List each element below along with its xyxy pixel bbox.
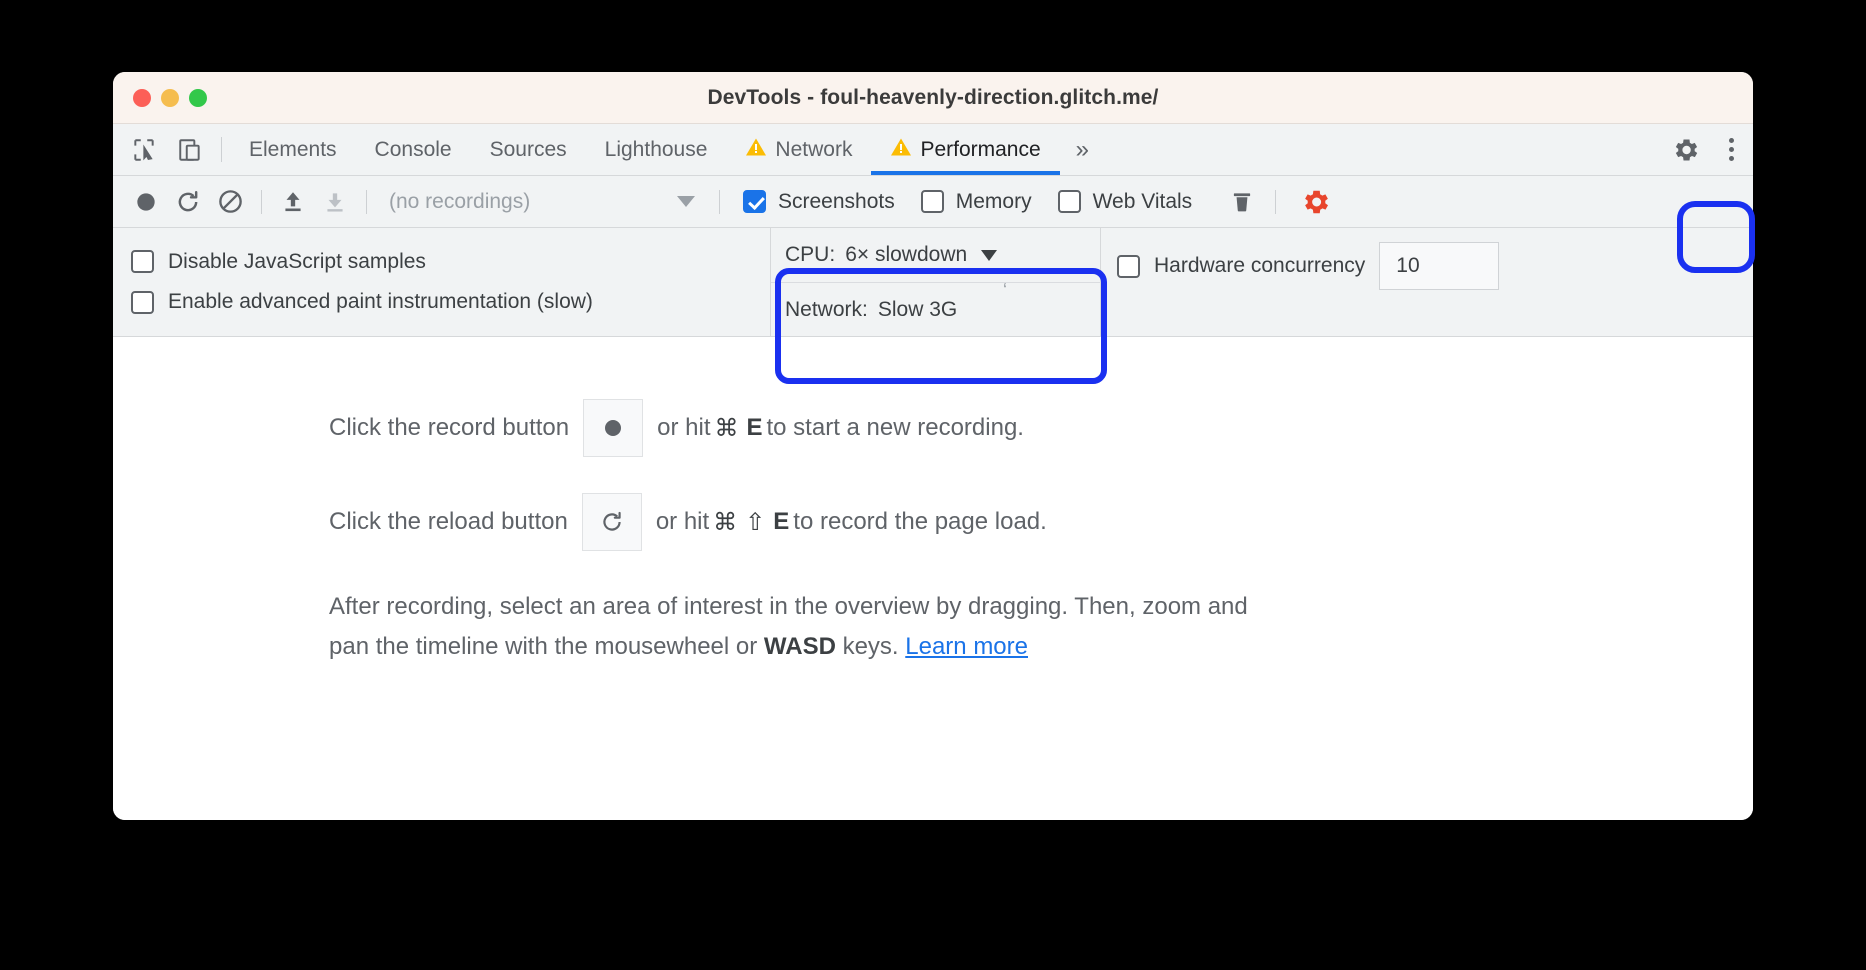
disable-js-samples-checkbox[interactable]: Disable JavaScript samples [131, 249, 770, 275]
reload-hint-pre: Click the reload button [329, 508, 568, 535]
upload-profile-icon[interactable] [272, 182, 314, 222]
zoom-button[interactable] [189, 88, 207, 107]
memory-checkbox[interactable]: Memory [908, 190, 1045, 214]
checkbox-label: Screenshots [778, 189, 895, 213]
screenshots-checkbox[interactable]: Screenshots [730, 190, 908, 214]
overview-instructions: After recording, select an area of inter… [113, 587, 1263, 668]
close-button[interactable] [133, 88, 151, 107]
reload-icon[interactable] [581, 493, 642, 551]
reload-hint: Click the reload button or hit ⌘ ⇧ E to … [113, 493, 1753, 551]
inspect-cursor-icon[interactable] [121, 124, 167, 175]
cmd-key: ⌘ [713, 508, 738, 536]
tab-label: Lighthouse [604, 137, 708, 161]
shift-key: ⇧ [745, 508, 766, 536]
chevron-down-icon[interactable] [981, 249, 998, 261]
capture-settings-button[interactable] [1292, 179, 1341, 224]
cpu-throttling-selector[interactable]: CPU: 6× slowdown [771, 228, 1100, 282]
checkbox-label: Disable JavaScript samples [168, 249, 426, 273]
tab-lighthouse[interactable]: Lighthouse [586, 124, 727, 175]
tabbar-divider [221, 137, 222, 162]
hardware-concurrency-column: Hardware concurrency 10 [1101, 228, 1753, 336]
window-title: DevTools - foul-heavenly-direction.glitc… [707, 85, 1159, 109]
network-throttling-selector[interactable]: Network: Slow 3G [771, 282, 1100, 336]
e-key: E [746, 414, 763, 441]
checkbox-label: Web Vitals [1092, 189, 1193, 213]
reload-hint-post: to record the page load. [793, 508, 1047, 535]
checkbox-box[interactable] [1057, 190, 1081, 213]
toolbar-divider-3 [719, 189, 720, 214]
web-vitals-checkbox[interactable]: Web Vitals [1045, 190, 1206, 214]
record-hint-mid: or hit [657, 414, 711, 441]
window-titlebar: DevTools - foul-heavenly-direction.glitc… [113, 72, 1753, 124]
checkbox-box[interactable] [920, 190, 944, 213]
instructions-part2: keys. [835, 633, 906, 661]
network-throttling-label: Network: [785, 297, 868, 321]
recordings-selector-label[interactable]: (no recordings) [377, 190, 677, 214]
tab-network[interactable]: Network [726, 124, 871, 175]
stray-mark: ‘ [1003, 280, 1007, 300]
checkbox-box[interactable] [743, 190, 766, 213]
screenshot-root: DevTools - foul-heavenly-direction.glitc… [0, 0, 1866, 970]
reload-hint-mid: or hit [655, 508, 710, 535]
toolbar-divider-4 [1275, 189, 1277, 214]
wasd-keys: WASD [763, 633, 836, 661]
warning-triangle-icon [745, 137, 767, 163]
performance-landing-page: Click the record button or hit ⌘ E to st… [113, 337, 1753, 820]
tab-label: Performance [920, 137, 1041, 161]
record-circle-icon[interactable] [583, 399, 644, 457]
network-throttling-value: Slow 3G [877, 297, 958, 321]
warning-triangle-icon [890, 137, 912, 163]
device-toolbar-icon[interactable] [167, 124, 213, 175]
checkbox-label: Enable advanced paint instrumentation (s… [168, 290, 593, 313]
record-circle-icon[interactable] [125, 182, 167, 222]
performance-toolbar: (no recordings) Screenshots Memory Web V… [113, 176, 1753, 228]
reload-icon[interactable] [167, 182, 209, 222]
trash-icon[interactable] [1219, 182, 1265, 222]
checkbox-box[interactable] [131, 250, 154, 274]
tab-label: Network [775, 137, 853, 161]
checkbox-label: Memory [955, 189, 1032, 213]
checkbox-label: Hardware concurrency [1154, 254, 1366, 277]
window-controls[interactable] [133, 88, 207, 107]
toolbar-divider [261, 189, 262, 214]
tab-sources[interactable]: Sources [471, 124, 586, 175]
tab-elements[interactable]: Elements [230, 124, 356, 175]
toolbar-divider-2 [366, 189, 367, 214]
caret-down-icon[interactable] [677, 196, 695, 207]
capture-settings-pane: Disable JavaScript samples Enable advanc… [113, 228, 1753, 337]
cpu-throttling-label: CPU: [785, 243, 836, 266]
record-hint: Click the record button or hit ⌘ E to st… [113, 399, 1753, 457]
cmd-key: ⌘ [714, 414, 739, 442]
kebab-menu-icon[interactable] [1709, 138, 1753, 161]
tabbar-right-actions [1646, 124, 1753, 175]
tab-label: Sources [489, 137, 567, 161]
throttling-column: CPU: 6× slowdown Network: Slow 3G [771, 228, 1101, 336]
checkbox-box[interactable] [131, 290, 154, 314]
tab-label: Console [374, 137, 452, 161]
tab-label: Elements [249, 137, 337, 161]
learn-more-link[interactable]: Learn more [905, 633, 1028, 660]
devtools-tabbar: Elements Console Sources Lighthouse Netw… [113, 124, 1753, 176]
gear-icon[interactable] [1663, 136, 1709, 164]
checkbox-box[interactable] [1117, 254, 1140, 278]
cpu-throttling-value: 6× slowdown [845, 243, 968, 266]
capture-settings-left-column: Disable JavaScript samples Enable advanc… [113, 228, 771, 336]
hardware-concurrency-checkbox[interactable]: Hardware concurrency [1101, 242, 1365, 290]
hardware-concurrency-input[interactable]: 10 [1379, 242, 1500, 290]
e-key: E [773, 508, 790, 535]
tab-console[interactable]: Console [356, 124, 471, 175]
gear-icon [1305, 190, 1329, 213]
download-profile-icon [314, 182, 356, 222]
more-tabs-button[interactable]: » [1060, 124, 1103, 175]
clear-no-entry-icon[interactable] [209, 182, 251, 222]
minimize-button[interactable] [161, 88, 179, 107]
tab-performance[interactable]: Performance [871, 124, 1060, 175]
record-hint-pre: Click the record button [329, 414, 570, 441]
devtools-window: DevTools - foul-heavenly-direction.glitc… [113, 72, 1753, 820]
record-hint-post: to start a new recording. [766, 414, 1024, 441]
advanced-paint-instrumentation-checkbox[interactable]: Enable advanced paint instrumentation (s… [131, 289, 770, 315]
